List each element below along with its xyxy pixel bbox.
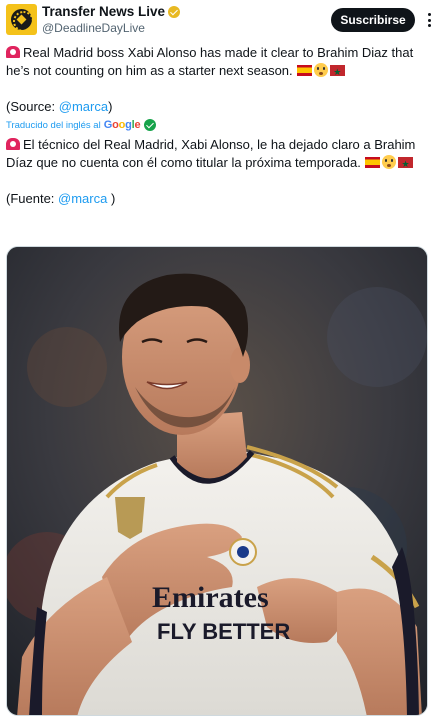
- spain-flag-emoji: [365, 157, 381, 168]
- subscribe-button[interactable]: Suscribirse: [331, 8, 415, 32]
- translated-line: El técnico del Real Madrid, Xabi Alonso,…: [6, 137, 416, 170]
- tweet-photo[interactable]: Emirates FLY BETTER: [6, 246, 428, 716]
- translation-label: Traducido del inglés al: [6, 119, 101, 131]
- football-icon: [11, 9, 34, 32]
- account-avatar[interactable]: [6, 4, 37, 35]
- verified-badge-icon[interactable]: [168, 5, 181, 18]
- source-prefix: (Source:: [6, 99, 59, 114]
- shirt-slogan-text: FLY BETTER: [157, 619, 290, 644]
- tweet-original-text: Real Madrid boss Xabi Alonso has made it…: [6, 44, 428, 81]
- fuente-suffix: ): [107, 191, 116, 206]
- tweet-body: Real Madrid boss Xabi Alonso has made it…: [6, 44, 428, 116]
- check-circle-icon: [144, 119, 157, 131]
- siren-emoji: [6, 46, 20, 58]
- tweet-translated-body: El técnico del Real Madrid, Xabi Alonso,…: [6, 136, 428, 208]
- tweet-header: Transfer News Live @DeadlineDayLive Susc…: [6, 4, 435, 40]
- shirt-sponsor-text: Emirates: [152, 581, 269, 614]
- tweet-translated-text: El técnico del Real Madrid, Xabi Alonso,…: [6, 136, 428, 173]
- flushed-face-emoji: [382, 155, 397, 169]
- spain-flag-emoji: [297, 65, 313, 76]
- source-mention-link[interactable]: @marca: [59, 99, 108, 114]
- flushed-face-emoji: [314, 63, 329, 77]
- fuente-mention-link[interactable]: @marca: [58, 191, 107, 206]
- translation-notice[interactable]: Traducido del inglés al Google: [6, 119, 157, 131]
- tweet-fuente: (Fuente: @marca ): [6, 190, 428, 208]
- tweet-line: Real Madrid boss Xabi Alonso has made it…: [6, 45, 414, 78]
- morocco-flag-emoji: [330, 63, 346, 81]
- morocco-flag-emoji: [398, 155, 414, 173]
- tweet-source: (Source: @marca): [6, 98, 428, 116]
- name-row: Transfer News Live: [42, 4, 181, 19]
- fuente-prefix: (Fuente:: [6, 191, 59, 206]
- google-logo: Google: [103, 119, 141, 131]
- source-suffix: ): [108, 99, 113, 114]
- siren-emoji: [6, 138, 20, 150]
- display-name[interactable]: Transfer News Live: [42, 4, 165, 19]
- player-photo: Emirates FLY BETTER: [7, 247, 427, 715]
- more-options-icon[interactable]: [422, 13, 436, 27]
- account-handle[interactable]: @DeadlineDayLive: [42, 21, 145, 35]
